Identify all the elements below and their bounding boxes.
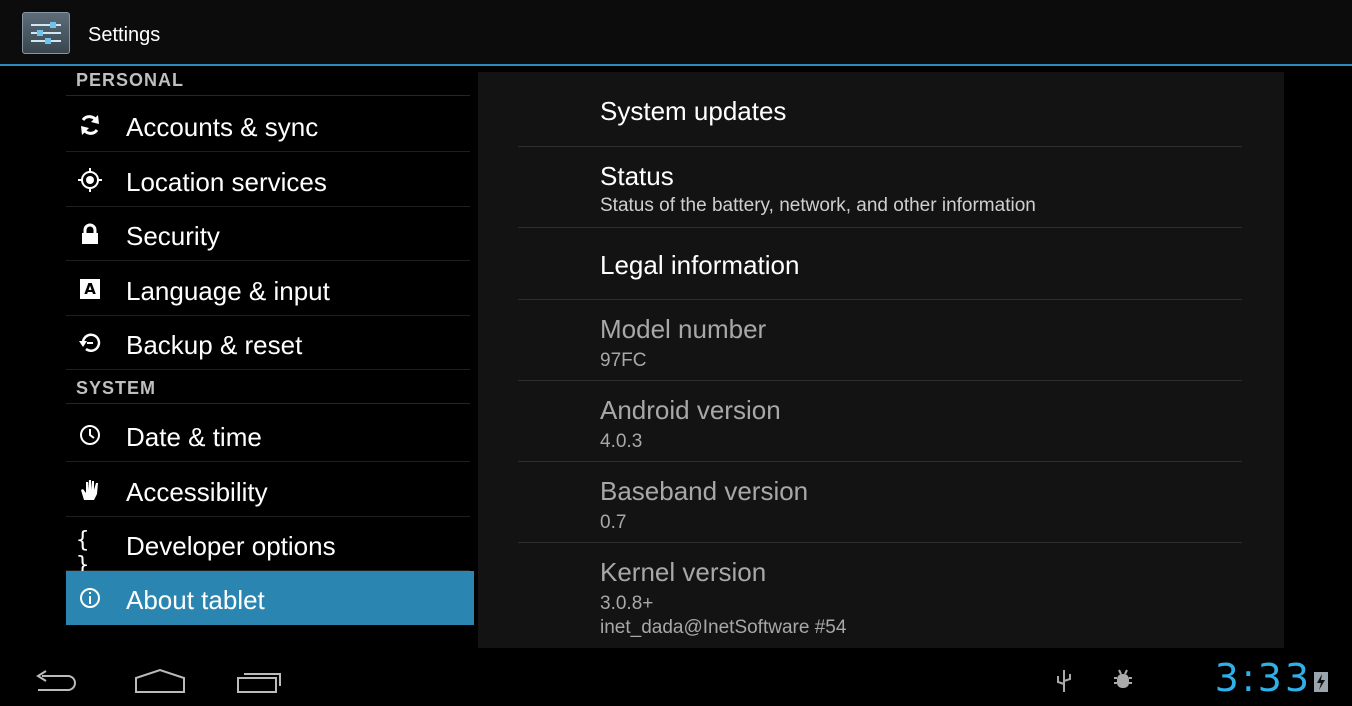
pref-status[interactable]: Status Status of the battery, network, a… <box>518 147 1242 228</box>
sidebar-item-accounts-sync[interactable]: Accounts & sync <box>66 98 470 152</box>
pref-summary: 0.7 <box>600 512 627 533</box>
pref-title: System updates <box>600 96 787 126</box>
usb-icon <box>1054 666 1074 694</box>
pref-summary: Status of the battery, network, and othe… <box>600 195 1036 216</box>
sidebar-item-label: Backup & reset <box>126 330 303 360</box>
system-nav-bar <box>0 652 1352 706</box>
lock-icon <box>78 222 102 246</box>
pref-model-number: Model number 97FC <box>518 300 1242 381</box>
pref-title: Kernel version <box>600 557 767 587</box>
sidebar-item-location-services[interactable]: Location services <box>66 153 470 207</box>
language-icon: A <box>78 277 102 301</box>
settings-icon[interactable] <box>22 12 70 54</box>
sidebar-item-accessibility[interactable]: Accessibility <box>66 463 470 517</box>
sidebar-item-label: Location services <box>126 167 327 197</box>
pref-summary: 3.0.8+ <box>600 593 654 614</box>
pref-title: Baseband version <box>600 476 809 506</box>
sidebar-item-security[interactable]: Security <box>66 207 470 261</box>
sidebar-item-language-input[interactable]: A Language & input <box>66 262 470 316</box>
settings-sidebar: PERSONAL Accounts & sync Location servic… <box>0 66 478 648</box>
pref-summary: 97FC <box>600 350 647 371</box>
sidebar-item-label: Language & input <box>126 276 330 306</box>
pref-summary: 4.0.3 <box>600 431 643 452</box>
sidebar-item-label: About tablet <box>126 585 265 615</box>
sidebar-item-label: Date & time <box>126 422 262 452</box>
status-clock: 3:33 <box>1214 656 1312 700</box>
recent-apps-icon[interactable] <box>232 666 292 696</box>
pref-summary-line-2: inet_dada@InetSoftware #54 <box>600 617 847 638</box>
sidebar-item-label: Accessibility <box>126 477 268 507</box>
sidebar-item-about-tablet[interactable]: About tablet <box>66 571 474 625</box>
pref-baseband-version: Baseband version 0.7 <box>518 462 1242 543</box>
about-tablet-panel: System updates Status Status of the batt… <box>478 72 1284 648</box>
sidebar-item-developer-options[interactable]: { } Developer options <box>66 517 470 578</box>
pref-system-updates[interactable]: System updates <box>518 72 1242 147</box>
info-icon <box>78 586 102 610</box>
app-title: Settings <box>88 24 161 46</box>
sidebar-item-label: Accounts & sync <box>126 112 319 142</box>
pref-title: Legal information <box>600 250 800 280</box>
pref-android-version: Android version 4.0.3 <box>518 381 1242 462</box>
location-icon <box>78 168 102 192</box>
back-icon[interactable] <box>28 666 88 696</box>
sidebar-item-label: Security <box>126 221 220 251</box>
category-system: SYSTEM <box>66 374 470 404</box>
braces-icon: { } <box>76 528 90 578</box>
sidebar-item-backup-reset[interactable]: Backup & reset <box>66 316 470 370</box>
pref-title: Status <box>600 161 674 191</box>
home-icon[interactable] <box>130 666 190 696</box>
battery-icon <box>1312 670 1330 694</box>
sidebar-item-label: Developer options <box>126 531 336 561</box>
sidebar-item-date-time[interactable]: Date & time <box>66 408 470 462</box>
category-personal: PERSONAL <box>66 66 470 96</box>
backup-icon <box>78 331 102 355</box>
hand-icon <box>78 478 102 502</box>
pref-title: Android version <box>600 395 781 425</box>
svg-text:A: A <box>84 280 96 298</box>
sync-icon <box>78 113 102 137</box>
debug-icon <box>1110 666 1134 694</box>
clock-icon <box>78 423 102 447</box>
pref-title: Model number <box>600 314 767 344</box>
pref-kernel-version: Kernel version 3.0.8+ inet_dada@InetSoft… <box>518 543 1242 648</box>
action-bar: Settings <box>0 0 1352 66</box>
pref-legal-information[interactable]: Legal information <box>518 228 1242 300</box>
